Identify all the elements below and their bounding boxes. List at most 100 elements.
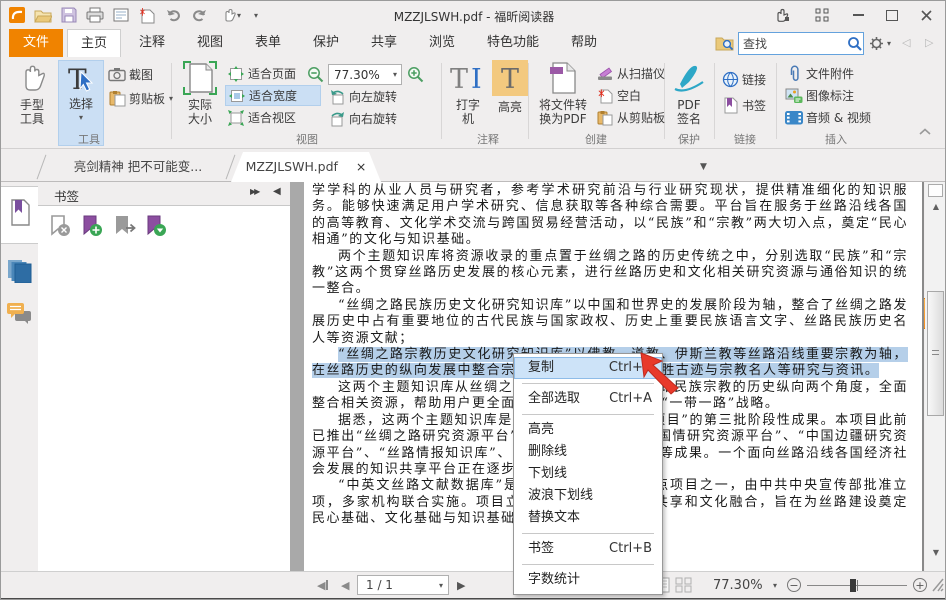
- pages-panel-icon[interactable]: [1, 256, 38, 283]
- fit-width-button[interactable]: 适合宽度: [225, 85, 321, 106]
- tab-home[interactable]: 主页: [67, 29, 121, 57]
- fit-visible-button[interactable]: 适合视区: [227, 107, 296, 128]
- doc-tab-close-icon[interactable]: ×: [356, 159, 366, 174]
- find-previous-icon[interactable]: ◁: [902, 36, 910, 49]
- bookmarks-panel-icon[interactable]: [1, 199, 38, 226]
- tab-special-features[interactable]: 特色功能: [473, 29, 553, 57]
- collapse-ribbon-icon[interactable]: [919, 125, 931, 139]
- scroll-down-icon[interactable]: ▼: [925, 548, 946, 557]
- search-icon[interactable]: [847, 36, 863, 52]
- highlight-button[interactable]: T 高亮: [491, 60, 529, 114]
- fit-width-label: 适合宽度: [249, 87, 297, 104]
- doc-tab-active[interactable]: MZZJLSWH.pdf ×: [231, 152, 381, 182]
- paragraph[interactable]: 两个主题知识库将资源收录的重点置于丝绸之路的历史传统之中，分别选取“民族”和“宗…: [312, 249, 908, 298]
- tab-browse[interactable]: 浏览: [415, 29, 469, 57]
- actual-size-button[interactable]: 实际大小: [177, 60, 223, 126]
- context-menu-item[interactable]: 书签Ctrl+B: [514, 538, 662, 560]
- collapse-panel-icon[interactable]: ◀: [273, 186, 281, 197]
- fit-page-button[interactable]: 适合页面: [227, 63, 296, 84]
- zoom-combo-caret[interactable]: ▾: [393, 70, 401, 79]
- zoom-out-status-icon[interactable]: −: [787, 572, 801, 598]
- scroll-up-icon[interactable]: ▲: [925, 202, 946, 211]
- rotate-right-button[interactable]: 向右旋转: [328, 108, 397, 129]
- tab-share[interactable]: 共享: [357, 29, 411, 57]
- from-scanner-button[interactable]: 从扫描仪: [596, 63, 665, 84]
- zoom-slider-thumb[interactable]: [850, 579, 856, 592]
- vertical-scrollbar[interactable]: ▲ ▼: [925, 182, 946, 571]
- doc-tab-inactive[interactable]: 亮剑精神 把不可能变...: [47, 152, 229, 182]
- scrollbar-thumb[interactable]: [927, 291, 944, 416]
- bookmark-button[interactable]: 书签: [721, 95, 766, 116]
- tab-comment[interactable]: 注释: [125, 29, 179, 57]
- rotate-left-button[interactable]: 向左旋转: [328, 86, 397, 107]
- delete-bookmark-icon[interactable]: [48, 214, 72, 243]
- add-bookmark-icon[interactable]: [80, 214, 104, 243]
- tab-list-caret[interactable]: ▼: [700, 162, 707, 172]
- audio-video-button[interactable]: 音频 & 视频: [785, 107, 871, 128]
- file-attachment-button[interactable]: 文件附件: [785, 63, 854, 84]
- page-number-caret[interactable]: ▾: [439, 581, 448, 590]
- convert-to-pdf-button[interactable]: 将文件转换为PDF: [534, 60, 592, 126]
- find-next-icon[interactable]: ▷: [925, 36, 933, 49]
- first-page-button[interactable]: ◀: [317, 572, 328, 598]
- snapshot-button[interactable]: 截图: [108, 64, 153, 85]
- restore-button[interactable]: [879, 5, 905, 25]
- previous-page-button[interactable]: ◀: [341, 572, 349, 598]
- context-menu-item[interactable]: 删除线: [514, 441, 662, 463]
- zoom-out-icon[interactable]: [307, 66, 324, 86]
- audio-video-label: 音频 & 视频: [806, 109, 871, 126]
- zoom-in-status-icon[interactable]: +: [913, 572, 927, 598]
- clipboard-button[interactable]: 剪贴板 ▾: [108, 88, 173, 109]
- menu-separator: [522, 533, 654, 534]
- bookmark-label: 书签: [742, 97, 766, 114]
- from-scanner-label: 从扫描仪: [617, 65, 665, 82]
- context-menu-item[interactable]: 高亮: [514, 419, 662, 441]
- split-view-handle[interactable]: [928, 184, 943, 197]
- context-menu-item[interactable]: 下划线: [514, 463, 662, 485]
- hand-tool-button[interactable]: 手型工具: [9, 60, 55, 126]
- typewriter-button[interactable]: TI 打字机: [448, 60, 488, 126]
- share-icon[interactable]: [769, 5, 795, 25]
- clipboard-caret[interactable]: ▾: [169, 94, 173, 103]
- panel-splitter[interactable]: [290, 182, 304, 571]
- image-annotation-icon: [785, 88, 803, 104]
- bookmark-options-icon[interactable]: [144, 214, 168, 243]
- image-annotation-button[interactable]: 图像标注: [785, 85, 854, 106]
- fit-visible-label: 适合视区: [248, 109, 296, 126]
- minimize-button[interactable]: [845, 5, 871, 25]
- resize-grip[interactable]: [931, 577, 945, 593]
- snapshot-label: 截图: [129, 66, 153, 83]
- zoom-percentage-caret[interactable]: ▾: [773, 572, 777, 598]
- link-label: 链接: [742, 71, 766, 88]
- from-clipboard-button[interactable]: 从剪贴板: [596, 107, 665, 128]
- search-input[interactable]: [739, 37, 847, 51]
- context-menu-item[interactable]: 替换文本: [514, 507, 662, 529]
- layout-grid-icon[interactable]: [809, 5, 835, 25]
- paragraph[interactable]: 学学科的从业人员与研究者，参考学术研究前沿与行业研究现状，提供精准细化的知识服务…: [312, 183, 908, 249]
- tab-help[interactable]: 帮助: [557, 29, 611, 57]
- comments-panel-icon[interactable]: [1, 302, 38, 327]
- zoom-combo[interactable]: 77.30% ▾: [328, 64, 402, 85]
- page-edge: [922, 182, 924, 571]
- select-tool-caret[interactable]: ▾: [59, 111, 103, 125]
- tab-form[interactable]: 表单: [241, 29, 295, 57]
- close-button[interactable]: [913, 5, 939, 25]
- blank-page-button[interactable]: 空白: [596, 85, 641, 106]
- link-group-label: 链接: [714, 131, 776, 145]
- tab-protect[interactable]: 保护: [299, 29, 353, 57]
- link-button[interactable]: 链接: [721, 69, 766, 90]
- tab-view[interactable]: 视图: [183, 29, 237, 57]
- next-page-button[interactable]: ▶: [457, 572, 465, 598]
- search-in-folder-icon[interactable]: [715, 35, 734, 54]
- zoom-in-icon[interactable]: [407, 66, 424, 86]
- paragraph[interactable]: “丝绸之路民族历史文化研究知识库”以中国和世界史的发展阶段为轴，整合了丝绸之路发…: [312, 298, 908, 347]
- context-menu-item[interactable]: 字数统计: [514, 569, 662, 591]
- expand-panel-icon[interactable]: ▶▶: [250, 187, 258, 196]
- tab-file[interactable]: 文件: [9, 29, 63, 57]
- pdf-sign-button[interactable]: PDF签名: [668, 60, 710, 126]
- next-bookmark-icon[interactable]: [112, 214, 138, 243]
- context-menu-item[interactable]: 波浪下划线: [514, 485, 662, 507]
- continuous-view-icon[interactable]: [675, 572, 692, 598]
- search-options-gear-icon[interactable]: ▾: [869, 36, 891, 51]
- page-number-box[interactable]: 1 / 1 ▾: [357, 575, 449, 595]
